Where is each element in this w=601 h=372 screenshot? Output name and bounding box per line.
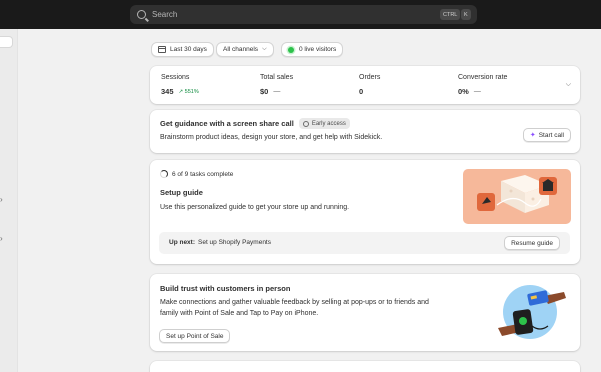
metric-conversion-rate: Conversion rate 0% —: [458, 74, 507, 96]
clock-icon: [302, 120, 309, 127]
pos-illustration: [498, 285, 566, 339]
setup-illustration: [463, 169, 571, 224]
metric-orders: Orders 0: [359, 74, 380, 96]
pos-card: Build trust with customers in person Mak…: [150, 274, 580, 351]
live-visitors-button[interactable]: 0 live visitors: [281, 42, 344, 57]
chevron-down-icon: ⌵: [262, 46, 267, 52]
guidance-body: Brainstorm product ideas, design your st…: [160, 134, 383, 141]
shortcut-key-k: K: [461, 9, 471, 20]
channels-label: All channels: [223, 46, 259, 53]
up-next-banner: Up next: Set up Shopify Payments Resume g…: [159, 232, 570, 254]
metric-delta: —: [473, 88, 481, 95]
search-bar[interactable]: Search CTRL K: [130, 5, 477, 24]
next-card-partial: [150, 361, 580, 372]
metric-label: Sessions: [161, 74, 190, 81]
sidebar: › ›: [0, 29, 18, 372]
early-access-badge: Early access: [298, 118, 350, 129]
sidebar-chevron-right-icon[interactable]: ›: [0, 234, 3, 243]
setup-guide-body: Use this personalized guide to get your …: [160, 204, 350, 211]
task-progress-label: 6 of 9 tasks complete: [172, 170, 234, 178]
shortcut-key-ctrl: CTRL: [440, 9, 461, 20]
setup-pos-button[interactable]: Set up Point of Sale: [159, 329, 231, 343]
pos-title: Build trust with customers in person: [160, 284, 291, 293]
metric-label: Orders: [359, 74, 381, 81]
sparkle-icon: ✦: [529, 132, 536, 139]
chevron-down-icon[interactable]: ⌵: [566, 81, 571, 89]
setup-guide-title: Setup guide: [160, 188, 203, 197]
task-progress: 6 of 9 tasks complete: [160, 170, 233, 178]
date-range-button[interactable]: Last 30 days: [151, 42, 214, 57]
metric-value: 0: [359, 87, 364, 96]
metric-value: 345: [161, 87, 174, 96]
calendar-icon: [158, 46, 166, 53]
live-visitors-label: 0 live visitors: [299, 46, 337, 53]
channels-dropdown[interactable]: All channels ⌵: [216, 42, 274, 57]
progress-ring-icon: [160, 170, 168, 178]
top-bar: Search CTRL K: [0, 0, 601, 29]
guidance-card: Get guidance with a screen share call Ea…: [150, 110, 580, 153]
metric-label: Total sales: [260, 74, 294, 81]
search-icon: [137, 10, 146, 19]
metric-value: 0%: [458, 87, 469, 96]
resume-guide-button[interactable]: Resume guide: [504, 236, 560, 250]
live-status-dot-icon: [288, 46, 294, 53]
sidebar-chevron-right-icon[interactable]: ›: [0, 195, 3, 204]
metric-value: $0: [260, 87, 269, 96]
metric-total-sales: Total sales $0 —: [260, 74, 293, 96]
setup-guide-card: 6 of 9 tasks complete Setup guide Use th…: [150, 160, 580, 264]
metric-delta: ↗ 551%: [178, 88, 199, 95]
metric-label: Conversion rate: [458, 74, 508, 81]
pos-body: Make connections and gather valuable fee…: [160, 299, 429, 317]
search-placeholder: Search: [152, 10, 178, 19]
sidebar-selected-item[interactable]: [0, 36, 13, 48]
metric-sessions: Sessions 345 ↗ 551%: [161, 74, 199, 96]
metrics-card[interactable]: Sessions 345 ↗ 551% Total sales $0 — Ord…: [150, 66, 580, 104]
metric-delta: —: [273, 88, 281, 95]
up-next-text: Up next: Set up Shopify Payments: [169, 239, 271, 246]
start-call-button[interactable]: ✦ Start call: [522, 128, 571, 142]
guidance-title: Get guidance with a screen share call: [160, 119, 294, 128]
date-range-label: Last 30 days: [170, 46, 207, 53]
